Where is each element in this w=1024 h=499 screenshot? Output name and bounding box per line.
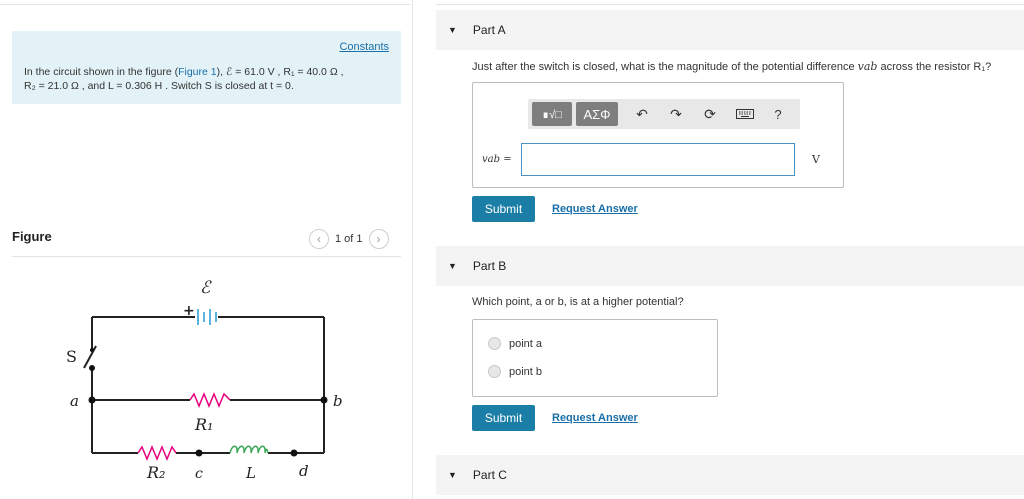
part-a-header[interactable]: ▼ Part A (436, 10, 1024, 50)
switch-pivot (90, 348, 94, 352)
problem-statement: In the circuit shown in the figure (Figu… (24, 66, 344, 92)
part-b-request-answer-link[interactable]: Request Answer (552, 412, 638, 424)
figure-pager: ‹ 1 of 1 › (309, 229, 389, 249)
greek-button[interactable]: ΑΣΦ (576, 102, 618, 126)
switch-contact (89, 365, 95, 371)
constants-link[interactable]: Constants (339, 41, 389, 53)
radio-button[interactable] (488, 337, 501, 350)
vab-input[interactable] (521, 143, 795, 176)
radio-group (472, 319, 718, 397)
figure-divider (12, 256, 401, 257)
label-a: a (70, 392, 79, 410)
node-d (290, 449, 298, 457)
part-b-title: Part B (472, 259, 507, 273)
switch-label: S (66, 347, 77, 366)
vab-label: vab = (482, 154, 512, 165)
part-a-request-answer-link[interactable]: Request Answer (552, 203, 638, 215)
undo-icon[interactable]: ↶ (632, 104, 652, 124)
unit-label: V (812, 153, 820, 166)
emf-label: ℰ (200, 278, 212, 298)
radio-option-a[interactable]: point a (488, 337, 542, 350)
part-a-question: Just after the switch is closed, what is… (472, 60, 992, 73)
label-r1: R₁ (194, 415, 213, 434)
figure-link[interactable]: Figure 1 (178, 66, 217, 78)
label-r2: R₂ (146, 463, 165, 482)
radio-button[interactable] (488, 365, 501, 378)
part-b-submit-button[interactable]: Submit (472, 405, 535, 431)
node-c (195, 449, 203, 457)
part-c-title: Part C (472, 468, 507, 482)
redo-icon[interactable]: ↷ (666, 104, 686, 124)
pager-text: 1 of 1 (335, 233, 363, 245)
resistor-r2 (137, 445, 177, 461)
part-c-header[interactable]: ▼ Part C (436, 455, 1024, 495)
circuit-diagram: ℰ + S a b R₁ R₂ c L d (66, 278, 343, 482)
label-d: d (299, 462, 309, 480)
battery (197, 309, 217, 325)
top-divider (0, 4, 410, 5)
plus-label: + (183, 303, 195, 319)
caret-down-icon[interactable]: ▼ (448, 25, 457, 35)
help-button[interactable]: ? (768, 104, 788, 124)
caret-down-icon[interactable]: ▼ (448, 470, 457, 480)
column-divider (412, 0, 413, 499)
label-c: c (195, 466, 203, 482)
constants-panel: Constants In the circuit shown in the fi… (12, 31, 401, 104)
node-b (320, 396, 328, 404)
radio-option-b[interactable]: point b (488, 365, 542, 378)
part-a-submit-button[interactable]: Submit (472, 196, 535, 222)
resistor-r1 (189, 392, 231, 408)
top-divider-right (436, 4, 1024, 5)
inductor-l (229, 445, 269, 454)
keyboard-icon[interactable] (734, 104, 756, 124)
template-button[interactable]: ∎√□ (532, 102, 572, 126)
math-toolbar: ∎√□ ΑΣΦ ↶ ↷ ⟳ ? (528, 99, 800, 129)
figure-label: Figure (12, 229, 52, 244)
node-a (88, 396, 96, 404)
chevron-left-icon[interactable]: ‹ (309, 229, 329, 249)
label-l: L (245, 464, 256, 482)
chevron-right-icon[interactable]: › (368, 229, 389, 249)
label-b: b (333, 392, 343, 410)
part-b-question: Which point, a or b, is at a higher pote… (472, 296, 684, 308)
part-a-title: Part A (472, 23, 506, 37)
reset-icon[interactable]: ⟳ (700, 104, 720, 124)
caret-down-icon[interactable]: ▼ (448, 261, 457, 271)
switch-blade (83, 345, 97, 369)
part-b-header[interactable]: ▼ Part B (436, 246, 1024, 286)
